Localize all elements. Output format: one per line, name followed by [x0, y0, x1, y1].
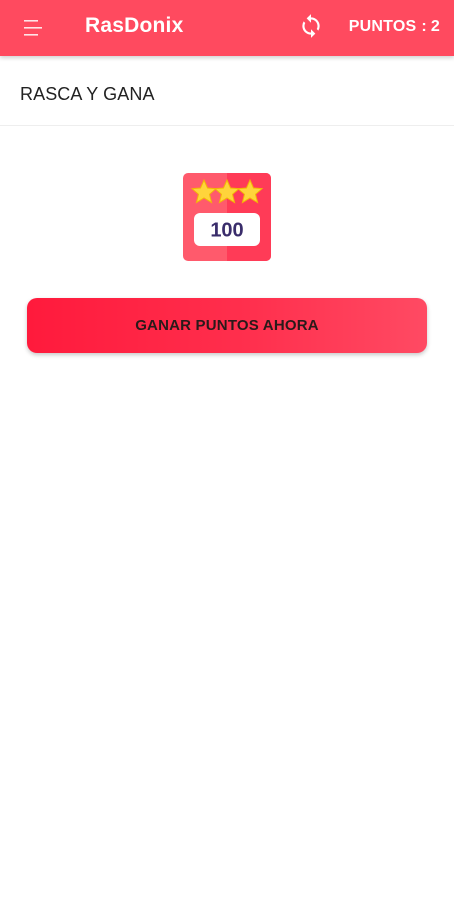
stars-badge-icon: 100 [183, 173, 271, 261]
points-value: 2 [430, 18, 440, 35]
points-label: PUNTOS [348, 18, 417, 35]
app-title: RasDonix [85, 14, 184, 37]
points-separator: : [421, 18, 427, 35]
refresh-icon[interactable] [298, 13, 324, 39]
points-counter: PUNTOS:2 [349, 18, 440, 36]
section-title: RASCA Y GANA [20, 84, 155, 104]
earn-points-button[interactable]: GANAR PUNTOS AHORA [27, 298, 427, 353]
hamburger-menu-icon[interactable] [22, 17, 46, 39]
section-header: RASCA Y GANA [0, 64, 454, 126]
app-bar: RasDonix PUNTOS:2 [0, 0, 454, 56]
earn-points-button-label: GANAR PUNTOS AHORA [135, 317, 319, 334]
badge-value: 100 [210, 220, 243, 242]
